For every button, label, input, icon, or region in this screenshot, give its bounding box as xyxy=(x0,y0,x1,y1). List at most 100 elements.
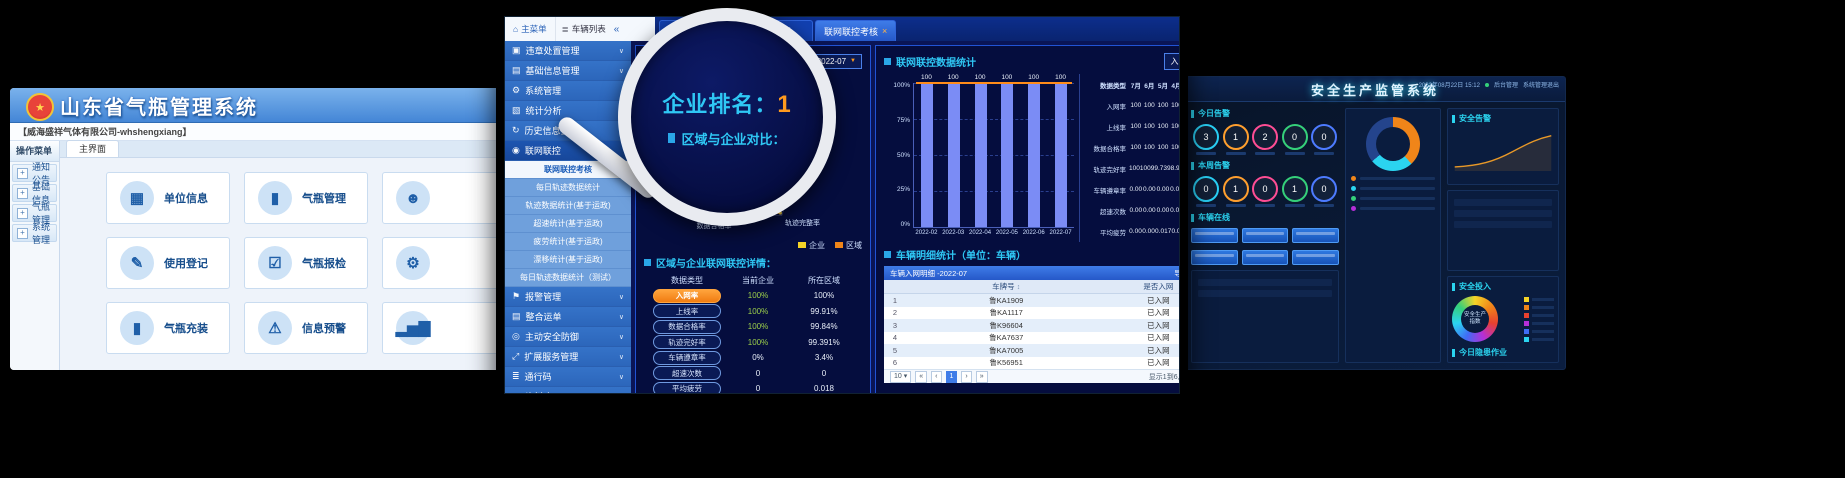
online-stat-button[interactable] xyxy=(1242,228,1289,243)
metric-pill-button[interactable]: 数据合格率 xyxy=(653,320,721,334)
sidebar-submenu-item[interactable]: 超速统计(基于运政) xyxy=(505,215,631,233)
online-stat-button[interactable] xyxy=(1292,228,1339,243)
expand-icon[interactable]: + xyxy=(17,188,28,199)
online-stat-button[interactable] xyxy=(1191,228,1238,243)
legend-item xyxy=(1524,313,1554,318)
section-bullet xyxy=(884,251,891,258)
sidebar-item[interactable]: + 系统管理 xyxy=(12,224,57,242)
logout-link[interactable]: 系统管理退出 xyxy=(1523,80,1559,89)
stat-circle: 0 xyxy=(1282,124,1308,155)
detail-table: 入网率 100% 100% 上线率 100% 99.91% xyxy=(644,288,862,394)
page-title: 山东省气瓶管理系统 xyxy=(60,91,258,120)
placeholder-row xyxy=(1198,279,1332,286)
tab-main[interactable]: 主界面 xyxy=(66,140,119,157)
expand-icon[interactable]: + xyxy=(17,168,28,179)
page-size-select[interactable]: 10 ▾ xyxy=(890,371,911,383)
submenu-item-label: 轨迹数据统计(基于运政) xyxy=(525,200,610,211)
metric-pill-button[interactable]: 入网率 xyxy=(653,289,721,303)
status-panel xyxy=(1191,270,1339,363)
online-stat-button[interactable] xyxy=(1292,250,1339,265)
sidebar-menu-item[interactable]: ⚙ 系统管理 xyxy=(505,81,631,101)
sidebar-submenu-item[interactable]: 轨迹数据统计(基于运政) xyxy=(505,197,631,215)
main-menu-label: 主菜单 xyxy=(521,23,547,35)
export-data-button[interactable]: 导出数据 xyxy=(1174,268,1180,279)
expand-icon[interactable]: + xyxy=(17,228,28,239)
table-row[interactable]: 3 鲁K96604 已入网 xyxy=(884,319,1180,332)
metric-pill-button[interactable]: 超速次数 xyxy=(653,366,721,380)
sidebar-menu-item[interactable]: ⚑ 报警管理 ∨ xyxy=(505,287,631,307)
online-stat-button[interactable] xyxy=(1242,250,1289,265)
last-page-button[interactable]: » xyxy=(976,371,988,383)
function-card[interactable]: ☻ xyxy=(382,172,506,224)
table-row[interactable]: 5 鲁KA7005 已入网 xyxy=(884,344,1180,357)
submenu-item-label: 每日轨迹数据统计 xyxy=(536,182,600,193)
gas-cylinder-app-window: ★ 山东省气瓶管理系统 【威海盛祥气体有限公司-whshengxiang】 操作… xyxy=(10,88,506,370)
sidebar-submenu-item[interactable]: 每日轨迹数据统计（测试） xyxy=(505,269,631,287)
plate-number: 鲁KA1117 xyxy=(906,307,1106,318)
function-card[interactable]: ⚠ 信息预警 xyxy=(244,302,368,354)
first-page-button[interactable]: « xyxy=(915,371,927,383)
menu-item-label: 整合运单 xyxy=(526,310,562,323)
metric-pill-button[interactable]: 车辆遵章率 xyxy=(653,351,721,365)
metric-pill-button[interactable]: 轨迹完好率 xyxy=(653,335,721,349)
prev-page-button[interactable]: ‹ xyxy=(931,371,941,383)
metric-pill-button[interactable]: 上线率 xyxy=(653,304,721,318)
current-page[interactable]: 1 xyxy=(946,371,958,383)
function-card[interactable]: ▮ 气瓶管理 xyxy=(244,172,368,224)
vehicle-list-button[interactable]: ≣ 车辆列表 xyxy=(556,23,612,35)
company-value: 0% xyxy=(730,353,786,362)
x-tick-label: 2022-02 xyxy=(915,230,937,242)
legend-dot xyxy=(1351,206,1356,211)
sidebar-menu-item[interactable]: ◎ 主动安全防御 ∨ xyxy=(505,327,631,347)
sidebar-submenu-item[interactable]: 每日轨迹数据统计 xyxy=(505,179,631,197)
admin-link[interactable]: 后台管理 xyxy=(1494,80,1518,89)
stat-label xyxy=(1285,152,1305,155)
function-card[interactable]: ☑ 气瓶报检 xyxy=(244,237,368,289)
metric-dropdown[interactable]: 入网率 ▼ xyxy=(1164,53,1180,70)
sidebar-menu-item[interactable]: ▦ 资料库 ∨ xyxy=(505,387,631,394)
next-page-button[interactable]: › xyxy=(961,371,971,383)
sidebar-submenu-item[interactable]: 疲劳统计(基于运政) xyxy=(505,233,631,251)
function-card[interactable]: ▦ 单位信息 xyxy=(106,172,230,224)
y-tick-label: 0% xyxy=(901,221,910,228)
legend-dash xyxy=(1360,207,1435,210)
sort-status-column[interactable]: 是否入网 xyxy=(1106,281,1180,292)
close-tab-icon[interactable]: × xyxy=(882,26,887,36)
main-menu-tab[interactable]: ⌂ 主菜单 xyxy=(505,17,556,41)
expand-icon[interactable]: + xyxy=(17,208,28,219)
stat-value: 3 xyxy=(1193,124,1219,150)
function-card[interactable]: ▂▅▇ xyxy=(382,302,506,354)
sidebar-menu-item[interactable]: ▤ 基础信息管理 ∨ xyxy=(505,61,631,81)
sidebar-submenu-item[interactable]: 漂移统计(基于运政) xyxy=(505,251,631,269)
network-status: 已入网 xyxy=(1106,320,1180,331)
sidebar-menu-item[interactable]: ≣ 通行码 ∨ xyxy=(505,367,631,387)
stat-value: 0 xyxy=(1193,176,1219,202)
menu-item-label: 系统管理 xyxy=(525,84,561,97)
table-row[interactable]: 2 鲁KA1117 已入网 xyxy=(884,307,1180,320)
submenu-item-label: 超速统计(基于运政) xyxy=(533,218,602,229)
online-stat-button[interactable] xyxy=(1191,250,1238,265)
card-icon: ✎ xyxy=(120,246,154,280)
table-row[interactable]: 4 鲁KA7637 已入网 xyxy=(884,332,1180,345)
legend-dash xyxy=(1532,298,1554,301)
row-label: 超速次数 xyxy=(1085,206,1129,216)
function-card[interactable]: ⚙ xyxy=(382,237,506,289)
menu-item-icon: ▣ xyxy=(512,45,521,56)
legend-item xyxy=(1524,305,1554,310)
legend-swatch xyxy=(1524,305,1529,310)
sidebar-menu-item[interactable]: ▣ 违章处置管理 ∨ xyxy=(505,41,631,61)
company-value: 0 xyxy=(730,369,786,378)
table-row[interactable]: 1 鲁KA1909 已入网 xyxy=(884,294,1180,307)
table-row[interactable]: 6 鲁K56951 已入网 xyxy=(884,357,1180,370)
y-tick-label: 100% xyxy=(893,82,910,89)
sidebar-menu-item[interactable]: ▤ 整合运单 ∨ xyxy=(505,307,631,327)
metric-pill-button[interactable]: 平均疲劳 xyxy=(653,382,721,394)
function-card[interactable]: ▮ 气瓶充装 xyxy=(106,302,230,354)
function-card[interactable]: ✎ 使用登记 xyxy=(106,237,230,289)
app-tab[interactable]: 联网联控考核 × xyxy=(815,20,896,41)
collapse-sidebar-icon[interactable]: « xyxy=(612,24,622,35)
sort-plate-column[interactable]: 车牌号 ↕ xyxy=(906,281,1106,292)
sidebar-menu-item[interactable]: ⤢ 扩展服务管理 ∨ xyxy=(505,347,631,367)
x-tick-label: 2022-05 xyxy=(996,230,1018,242)
card-icon: ⚙ xyxy=(396,246,430,280)
